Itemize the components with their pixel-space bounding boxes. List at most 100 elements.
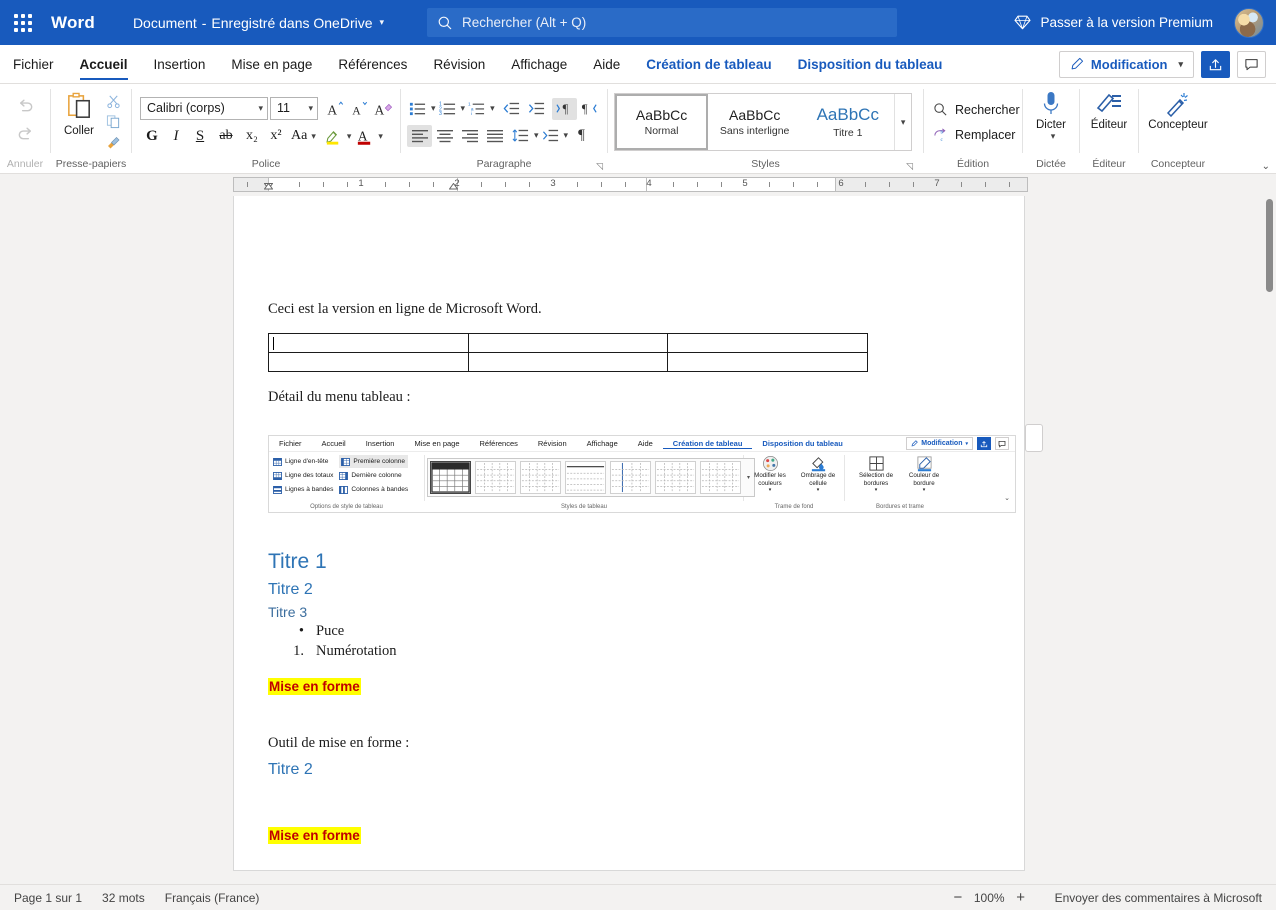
align-left-button[interactable]: [407, 124, 432, 147]
tab-accueil[interactable]: Accueil: [67, 45, 141, 83]
search-input[interactable]: Rechercher (Alt + Q): [427, 8, 898, 37]
bullet-list-button[interactable]: ▾: [407, 97, 437, 120]
scrollbar-thumb[interactable]: [1266, 199, 1273, 292]
document-page[interactable]: Ceci est la version en ligne de Microsof…: [233, 196, 1025, 871]
italic-button[interactable]: I: [164, 125, 188, 148]
ribbon: Annuler Coller Presse-papiers Calibri (c…: [0, 84, 1276, 174]
tab-aide[interactable]: Aide: [580, 45, 633, 83]
strikethrough-button[interactable]: ab: [212, 125, 240, 148]
document-table[interactable]: [268, 332, 868, 372]
hanging-indent-marker[interactable]: [263, 177, 274, 190]
word-count[interactable]: 32 mots: [102, 891, 145, 905]
share-button[interactable]: [1201, 50, 1230, 78]
tabs-right-controls: Modification ▾: [1058, 45, 1276, 83]
decrease-indent-button[interactable]: [499, 98, 524, 120]
language-indicator[interactable]: Français (France): [165, 891, 260, 905]
tab-affichage[interactable]: Affichage: [498, 45, 580, 83]
table-cell[interactable]: [268, 351, 469, 372]
feedback-button[interactable]: Envoyer des commentaires à Microsoft: [1055, 891, 1262, 905]
right-indent-marker[interactable]: [448, 177, 459, 190]
show-formatting-marks-button[interactable]: ¶: [569, 125, 594, 147]
table-cell[interactable]: [667, 332, 868, 353]
copy-button[interactable]: [101, 111, 125, 131]
editor-button[interactable]: Éditeur: [1086, 89, 1132, 131]
table-cell[interactable]: [667, 351, 868, 372]
clear-formatting-button[interactable]: A: [371, 97, 395, 120]
embedded-tab-mise-en-page: Mise en page: [414, 439, 460, 448]
multilevel-list-button[interactable]: 1 a i ▾: [466, 97, 496, 120]
align-right-button[interactable]: [457, 125, 482, 147]
tab-insertion[interactable]: Insertion: [141, 45, 219, 83]
grow-font-button[interactable]: A: [323, 97, 347, 120]
line-spacing-button[interactable]: ▾: [510, 124, 540, 147]
avatar[interactable]: [1234, 7, 1264, 38]
style-preview: AaBbCc: [816, 105, 879, 124]
ltr-text-direction-button[interactable]: ¶: [551, 97, 577, 120]
side-panel-handle[interactable]: [1025, 424, 1043, 452]
increase-indent-button[interactable]: [524, 98, 549, 120]
table-cell[interactable]: [467, 332, 669, 353]
numbered-list-button[interactable]: 1 2 3 ▾: [437, 97, 467, 120]
change-case-button[interactable]: Aa ▾: [288, 125, 319, 148]
group-label-concepteur: Concepteur: [1150, 158, 1206, 170]
collapse-ribbon-button[interactable]: ⌄: [1262, 161, 1270, 172]
tab-references[interactable]: Références: [325, 45, 420, 83]
page-indicator[interactable]: Page 1 sur 1: [14, 891, 82, 905]
vertical-scrollbar[interactable]: [1266, 199, 1273, 881]
tab-mise-en-page[interactable]: Mise en page: [218, 45, 325, 83]
styles-dialog-launcher[interactable]: ◹: [906, 161, 913, 172]
tab-revision[interactable]: Révision: [420, 45, 498, 83]
upgrade-premium-button[interactable]: Passer à la version Premium: [1006, 9, 1221, 36]
align-center-button[interactable]: [432, 125, 457, 147]
format-painter-button[interactable]: [101, 131, 125, 151]
styles-gallery-more-button[interactable]: ▾: [894, 94, 911, 150]
embedded-selection-bordures-button: Sélection de bordures ▾: [853, 455, 899, 502]
underline-button[interactable]: S: [188, 125, 212, 148]
table-row[interactable]: [268, 332, 868, 353]
bold-button[interactable]: G: [140, 125, 164, 148]
cut-button[interactable]: [101, 91, 125, 111]
table-row[interactable]: [268, 351, 868, 372]
replace-button[interactable]: b c Remplacer: [928, 122, 1020, 147]
undo-button[interactable]: [10, 90, 40, 118]
paragraph-spacing-button[interactable]: ▾: [540, 124, 570, 147]
shrink-font-button[interactable]: A: [347, 97, 371, 120]
embedded-ribbon-image[interactable]: Fichier Accueil Insertion Mise en page R…: [268, 435, 1016, 513]
title-separator: -: [201, 14, 207, 31]
rtl-text-direction-button[interactable]: ¶: [577, 98, 602, 120]
headings-demo[interactable]: Titre 1 Titre 2 Titre 3 • Puce 1. Numéro…: [268, 550, 868, 845]
app-launcher-icon[interactable]: [0, 0, 46, 45]
paste-button[interactable]: Coller: [57, 90, 101, 137]
svg-text:A: A: [352, 104, 361, 117]
font-color-button[interactable]: A ▾: [353, 125, 385, 148]
find-button[interactable]: Rechercher: [928, 97, 1025, 122]
document-body[interactable]: Ceci est la version en ligne de Microsof…: [268, 300, 868, 407]
subscript-button[interactable]: x₂: [240, 125, 264, 148]
document-title-button[interactable]: Document - Enregistré dans OneDrive ▾: [133, 15, 384, 31]
justify-button[interactable]: [482, 125, 507, 147]
text-highlight-button[interactable]: ▾: [322, 125, 354, 148]
font-size-combobox[interactable]: 11 ▾: [270, 96, 318, 120]
tab-creation-de-tableau[interactable]: Création de tableau: [633, 45, 784, 83]
dictate-button[interactable]: Dicter ▾: [1029, 89, 1073, 142]
zoom-out-button[interactable]: −: [946, 887, 970, 909]
paragraph-dialog-launcher[interactable]: ◹: [596, 161, 603, 172]
editing-mode-button[interactable]: Modification ▾: [1058, 50, 1194, 78]
horizontal-ruler[interactable]: 1 2 3 4 5 6 7: [233, 177, 1028, 194]
table-cell[interactable]: [268, 332, 469, 353]
redo-button[interactable]: [10, 118, 40, 146]
superscript-button[interactable]: x²: [264, 125, 288, 148]
comment-button[interactable]: [1237, 50, 1266, 78]
style-normal[interactable]: AaBbCc Normal: [615, 94, 709, 150]
style-titre-1[interactable]: AaBbCc Titre 1: [801, 94, 894, 150]
tab-fichier[interactable]: Fichier: [0, 45, 67, 83]
doc-heading-2: Titre 2: [268, 581, 313, 598]
style-sans-interligne[interactable]: AaBbCc Sans interligne: [708, 94, 801, 150]
font-family-combobox[interactable]: Calibri (corps) ▾: [140, 96, 268, 120]
zoom-level[interactable]: 100%: [974, 891, 1005, 905]
table-cell[interactable]: [467, 351, 669, 372]
zoom-in-button[interactable]: +: [1009, 887, 1033, 909]
designer-button[interactable]: Concepteur: [1145, 89, 1211, 131]
document-canvas[interactable]: Ceci est la version en ligne de Microsof…: [0, 196, 1276, 884]
tab-disposition-du-tableau[interactable]: Disposition du tableau: [785, 45, 956, 83]
